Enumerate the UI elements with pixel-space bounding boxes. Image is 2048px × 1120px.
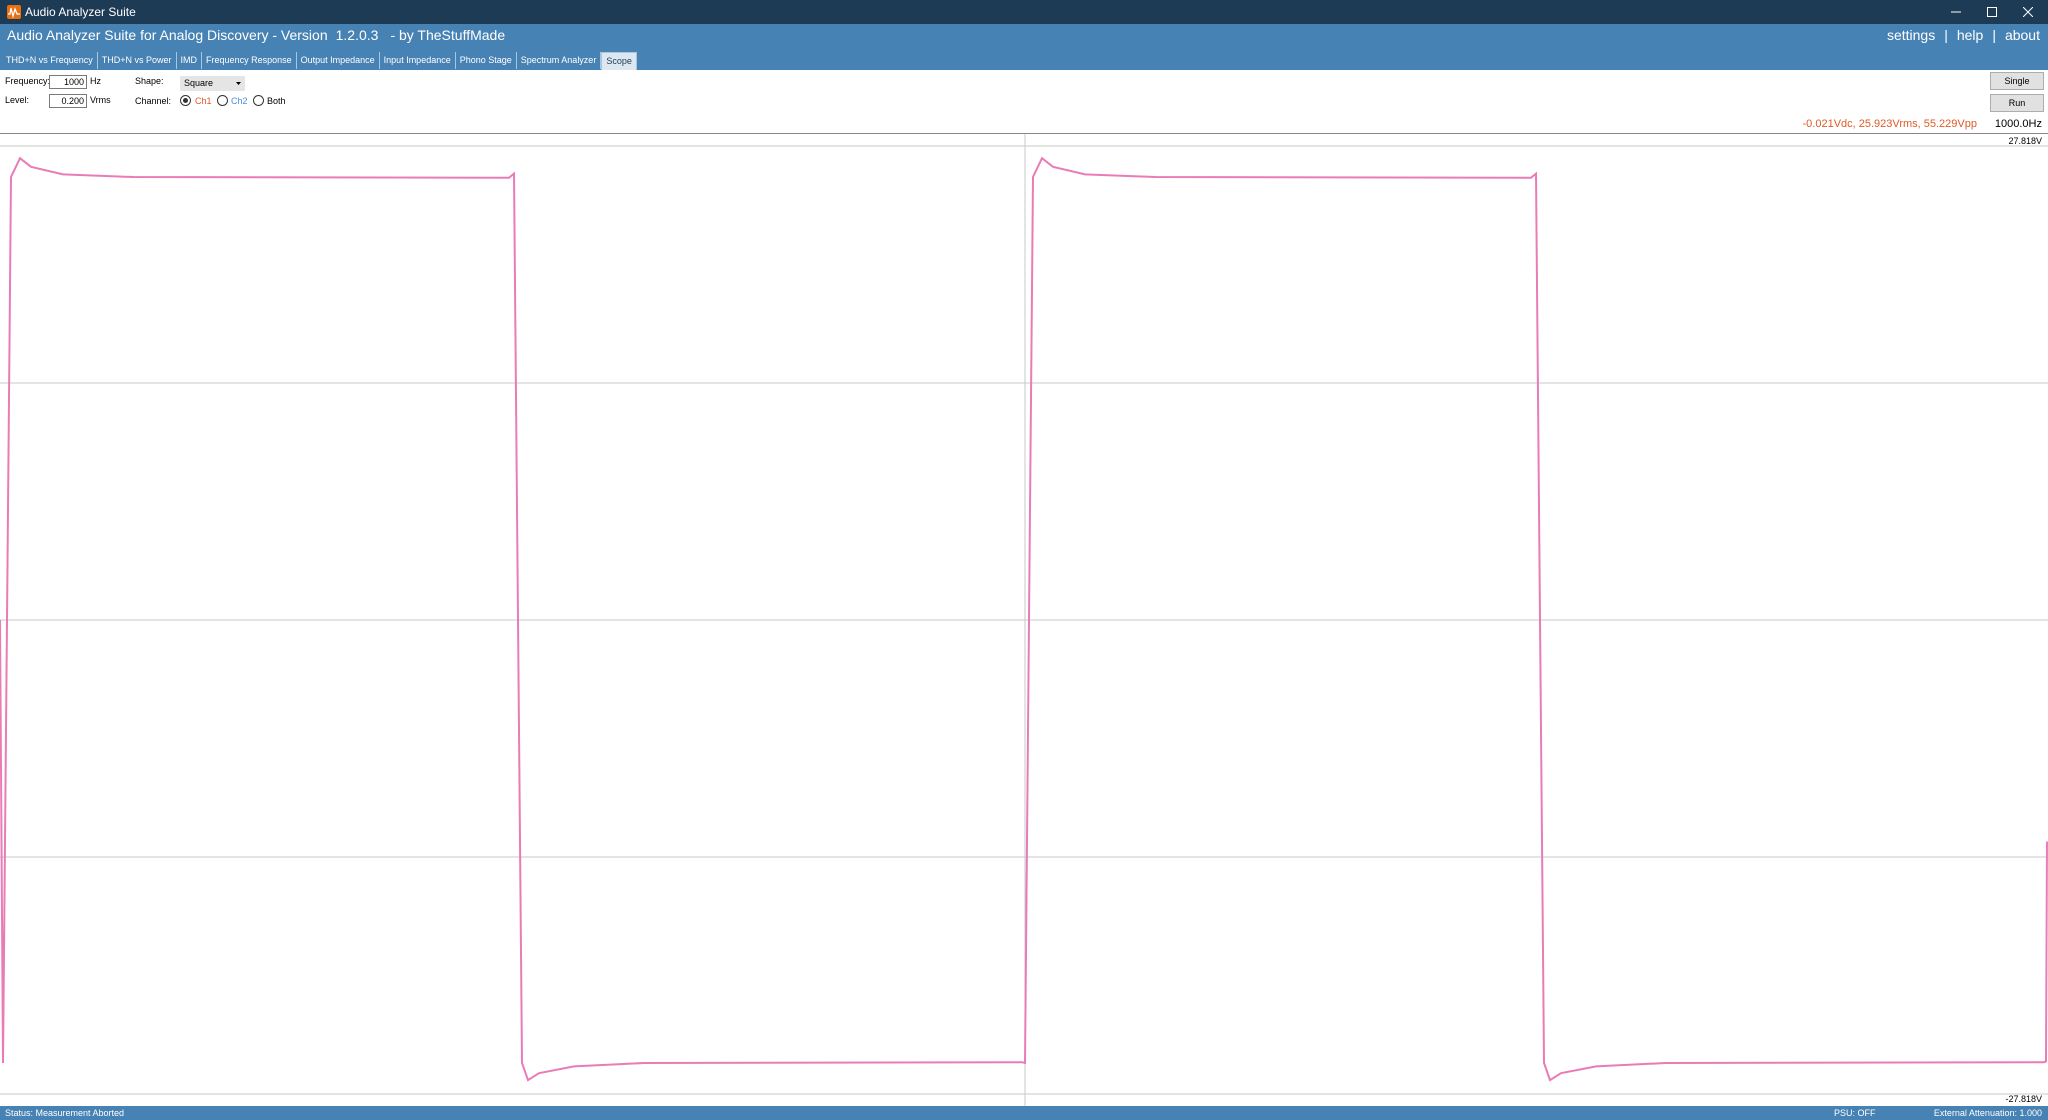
channel-ch1-radio[interactable] (180, 95, 191, 106)
frequency-readout: 1000.0Hz (1994, 118, 2042, 130)
minimize-icon[interactable] (1938, 0, 1974, 24)
tab-frequency-response[interactable]: Frequency Response (202, 52, 297, 69)
run-button[interactable]: Run (1990, 94, 2044, 112)
y-axis-top-label: 27.818V (2008, 136, 2042, 146)
scope-chart (0, 134, 2048, 1106)
tab-imd[interactable]: IMD (177, 52, 203, 69)
author-text: - by TheStuffMade (390, 27, 506, 43)
app-icon (7, 5, 21, 19)
maximize-icon[interactable] (1974, 0, 2010, 24)
shape-select[interactable]: Square (180, 76, 245, 91)
close-icon[interactable] (2010, 0, 2046, 24)
window-title: Audio Analyzer Suite (25, 5, 136, 19)
level-input[interactable]: 0.200 (49, 94, 87, 108)
app-title-text: Audio Analyzer Suite for Analog Discover… (7, 27, 328, 43)
tab-thdn-vs-frequency[interactable]: THD+N vs Frequency (2, 52, 98, 69)
channel-ch2-label: Ch2 (231, 96, 248, 106)
tab-spectrum-analyzer[interactable]: Spectrum Analyzer (517, 52, 602, 69)
controls-panel (0, 70, 2048, 132)
tab-input-impedance[interactable]: Input Impedance (380, 52, 456, 69)
header-links: settings | help | about (1887, 27, 2040, 43)
channel-ch1-label: Ch1 (195, 96, 212, 106)
psu-status: PSU: OFF (1834, 1108, 1876, 1118)
shape-label: Shape: (135, 76, 164, 86)
frequency-input[interactable]: 1000 (49, 75, 87, 89)
help-link[interactable]: help (1957, 27, 1983, 43)
measurement-readout: -0.021Vdc, 25.923Vrms, 55.229Vpp (1802, 118, 1978, 130)
window-titlebar: Audio Analyzer Suite (0, 0, 2048, 24)
level-label: Level: (5, 95, 30, 105)
channel-ch2-radio[interactable] (217, 95, 228, 106)
tab-output-impedance[interactable]: Output Impedance (297, 52, 380, 69)
y-axis-bottom-label: -27.818V (2005, 1094, 2042, 1104)
about-link[interactable]: about (2005, 27, 2040, 43)
ch1-trace (0, 156, 2048, 1082)
frequency-unit: Hz (90, 76, 101, 86)
link-separator: | (1944, 27, 1948, 43)
status-text: Status: Measurement Aborted (5, 1108, 125, 1118)
status-bar: Status: Measurement Aborted PSU: OFF Ext… (0, 1106, 2048, 1120)
link-separator: | (1992, 27, 1996, 43)
level-unit: Vrms (90, 95, 111, 105)
tab-bar: THD+N vs Frequency THD+N vs Power IMD Fr… (2, 52, 637, 70)
version-text: 1.2.0.3 (335, 27, 379, 43)
scope-plot[interactable]: 27.818V -27.818V (0, 133, 2048, 1107)
tab-thdn-vs-power[interactable]: THD+N vs Power (98, 52, 177, 69)
tab-scope[interactable]: Scope (601, 52, 637, 70)
channel-both-radio[interactable] (253, 95, 264, 106)
app-header: Audio Analyzer Suite for Analog Discover… (0, 24, 2048, 70)
app-title: Audio Analyzer Suite for Analog Discover… (7, 27, 505, 43)
chevron-down-icon (236, 82, 241, 85)
shape-select-value: Square (184, 78, 214, 88)
channel-label: Channel: (135, 96, 172, 106)
tab-phono-stage[interactable]: Phono Stage (456, 52, 517, 69)
settings-link[interactable]: settings (1887, 27, 1935, 43)
channel-both-label: Both (267, 96, 286, 106)
single-button[interactable]: Single (1990, 72, 2044, 90)
external-attenuation: External Attenuation: 1.000 (1933, 1108, 2042, 1118)
frequency-label: Frequency: (5, 76, 51, 86)
